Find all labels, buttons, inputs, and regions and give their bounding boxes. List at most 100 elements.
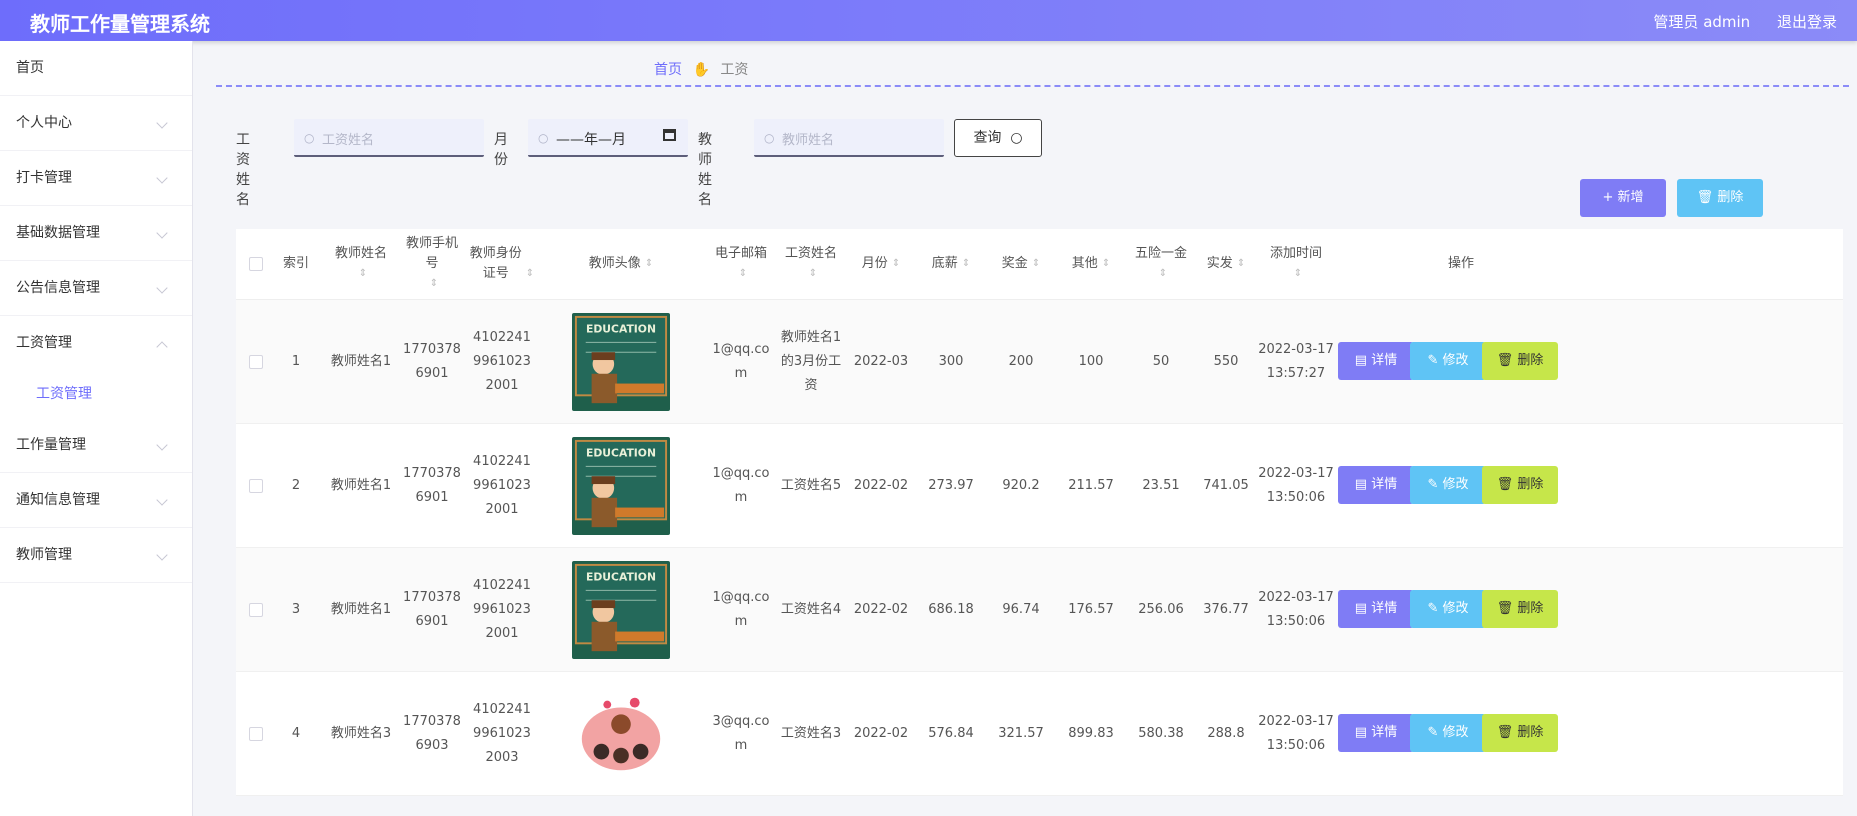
trash-icon: 🗑 (1496, 353, 1518, 368)
col-salary-name[interactable]: 工资姓名 ⇕ (776, 229, 846, 299)
detail-button[interactable]: ▤ 详情 (1338, 466, 1414, 504)
cell-phone: 17703786901 (401, 548, 463, 671)
delete-button[interactable]: 🗑 删除 (1482, 466, 1558, 504)
cell-text: 211.57 (1068, 477, 1114, 493)
col-email[interactable]: 电子邮箱 ⇕ (706, 229, 776, 299)
query-button[interactable]: 查询 ○ (954, 119, 1042, 157)
col-email-label: 电子邮箱 (714, 246, 767, 261)
cell-avatar[interactable]: EDUCATION (536, 300, 706, 423)
cell-avatar[interactable] (536, 672, 706, 795)
sidebar-subitem-salary[interactable]: 工资管理 (0, 370, 192, 418)
sort-icon[interactable]: ⇕ (645, 259, 653, 269)
sort-icon[interactable]: ⇕ (1237, 259, 1245, 269)
batch-delete-button[interactable]: 🗑 删除 (1677, 179, 1763, 217)
sort-icon[interactable]: ⇕ (1294, 268, 1302, 279)
sidebar-item-personal[interactable]: 个人中心 (0, 96, 192, 151)
col-avatar[interactable]: 教师头像 ⇕ (536, 229, 706, 299)
detail-button-label: 详情 (1371, 353, 1398, 368)
sidebar-item-label: 通知信息管理 (16, 492, 100, 508)
col-bonus-label: 奖金 (1001, 256, 1028, 271)
detail-button[interactable]: ▤ 详情 (1338, 342, 1414, 380)
cell-text: 1 (291, 353, 301, 369)
col-bonus[interactable]: 奖金 ⇕ (986, 229, 1056, 299)
delete-button[interactable]: 🗑 删除 (1482, 590, 1558, 628)
cell-index: 3 (276, 548, 316, 671)
sidebar-item-checkin[interactable]: 打卡管理 (0, 151, 192, 206)
col-month[interactable]: 月份 ⇕ (846, 229, 916, 299)
logout-link[interactable]: 退出登录 (1777, 13, 1837, 31)
col-net[interactable]: 实发 ⇕ (1196, 229, 1256, 299)
breadcrumb-home[interactable]: 首页 (654, 62, 682, 78)
cell-other: 899.83 (1056, 672, 1126, 795)
cell-index: 4 (276, 672, 316, 795)
sort-icon[interactable]: ⇕ (359, 268, 367, 279)
edit-button[interactable]: ✎ 修改 (1410, 590, 1486, 628)
sort-icon[interactable]: ⇕ (1032, 259, 1040, 269)
col-added-label: 添加时间 (1269, 246, 1322, 261)
sidebar-item-workload[interactable]: 工作量管理 (0, 418, 192, 473)
sidebar-item-label: 教师管理 (16, 547, 72, 563)
sort-icon[interactable]: ⇕ (1102, 259, 1110, 269)
sort-icon[interactable]: ⇕ (430, 278, 438, 289)
teacher-name-input[interactable]: ○ 教师姓名 (754, 119, 944, 157)
cell-text: 200 (1008, 353, 1034, 369)
cell-text: 376.77 (1203, 601, 1249, 617)
cell-added: 2022-03-17 13:50:06 (1256, 548, 1336, 671)
admin-user-label[interactable]: 管理员 admin (1653, 13, 1750, 31)
chevron-down-icon (156, 172, 168, 184)
delete-button[interactable]: 🗑 删除 (1482, 714, 1558, 752)
select-all-checkbox[interactable] (249, 257, 263, 271)
chevron-down-icon (156, 494, 168, 506)
sort-icon[interactable]: ⇕ (739, 268, 747, 279)
detail-button[interactable]: ▤ 详情 (1338, 714, 1414, 752)
row-checkbox[interactable] (249, 354, 263, 369)
sidebar-item-notification[interactable]: 通知信息管理 (0, 473, 192, 528)
sidebar-item-notice[interactable]: 公告信息管理 (0, 261, 192, 316)
main-content: 首页 ✋ 工资 工资姓名 ○ 工资姓名 月份 ○ ——年—月 教师姓名 ○ 教师… (192, 41, 1857, 816)
cell-base: 273.97 (916, 424, 986, 547)
cell-avatar[interactable]: EDUCATION (536, 424, 706, 547)
cell-added: 2022-03-17 13:50:06 (1256, 424, 1336, 547)
col-insurance[interactable]: 五险一金 ⇕ (1126, 229, 1196, 299)
cell-avatar[interactable]: EDUCATION (536, 548, 706, 671)
edit-button[interactable]: ✎ 修改 (1410, 466, 1486, 504)
col-phone-label: 教师手机号 (406, 236, 459, 271)
sidebar-item-home[interactable]: 首页 (0, 41, 192, 96)
edit-button[interactable]: ✎ 修改 (1410, 342, 1486, 380)
row-checkbox[interactable] (249, 726, 263, 741)
sidebar-item-salary[interactable]: 工资管理 (0, 316, 192, 370)
col-added[interactable]: 添加时间 ⇕ (1256, 229, 1336, 299)
row-checkbox[interactable] (249, 478, 263, 493)
col-base[interactable]: 底薪 ⇕ (916, 229, 986, 299)
calendar-icon[interactable] (663, 129, 676, 141)
cell-name: 教师姓名1 (326, 300, 396, 423)
sidebar-item-label: 首页 (16, 60, 44, 76)
edit-button[interactable]: ✎ 修改 (1410, 714, 1486, 752)
sort-icon[interactable]: ⇕ (892, 259, 900, 269)
col-phone[interactable]: 教师手机号 ⇕ (401, 229, 463, 299)
table-row: 3 教师姓名1 17703786901 410224199610232001 EDUC… (236, 548, 1843, 672)
col-name[interactable]: 教师姓名 ⇕ (326, 229, 396, 299)
sort-icon[interactable]: ⇕ (526, 268, 534, 279)
sidebar-item-teacher[interactable]: 教师管理 (0, 528, 192, 583)
delete-button-label: 删除 (1517, 353, 1544, 368)
cell-idcard: 410224199610232001 (468, 548, 536, 671)
month-picker[interactable]: ○ ——年—月 (528, 119, 688, 157)
col-idcard[interactable]: 教师身份证号 ⇕ (468, 229, 536, 299)
col-other[interactable]: 其他 ⇕ (1056, 229, 1126, 299)
cell-bonus: 200 (986, 300, 1056, 423)
detail-button-label: 详情 (1371, 477, 1398, 492)
salary-name-input[interactable]: ○ 工资姓名 (294, 119, 484, 157)
sidebar-item-basic-data[interactable]: 基础数据管理 (0, 206, 192, 261)
detail-button[interactable]: ▤ 详情 (1338, 590, 1414, 628)
education-avatar-image: EDUCATION (572, 436, 670, 535)
sort-icon[interactable]: ⇕ (1159, 268, 1167, 279)
delete-button[interactable]: 🗑 删除 (1482, 342, 1558, 380)
add-button[interactable]: + 新增 (1580, 179, 1666, 217)
month-label: 月份 (494, 132, 508, 168)
sort-icon[interactable]: ⇕ (809, 268, 817, 279)
row-checkbox[interactable] (249, 602, 263, 617)
sort-icon[interactable]: ⇕ (962, 259, 970, 269)
salary-table: 索引 教师姓名 ⇕ 教师手机号 ⇕ 教师身份证号 ⇕ 教师头像 ⇕ 电子邮箱 ⇕ 工资姓名… (236, 229, 1843, 796)
col-avatar-label: 教师头像 (588, 256, 641, 271)
